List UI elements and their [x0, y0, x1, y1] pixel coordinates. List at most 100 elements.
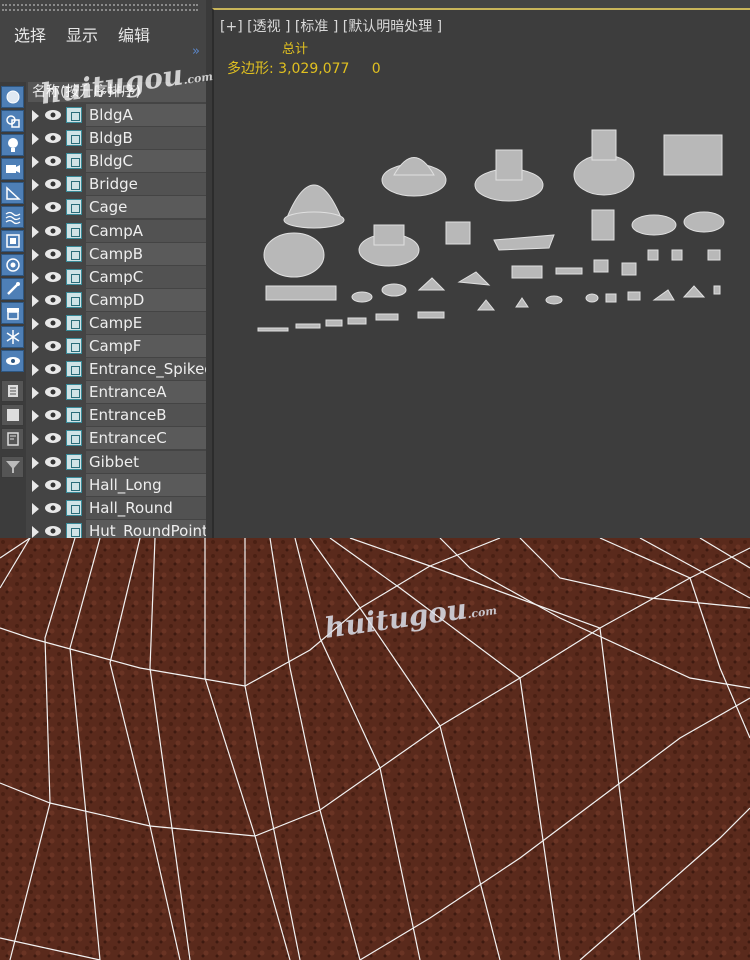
spacewarp-icon[interactable]	[1, 206, 24, 228]
group-icon[interactable]	[1, 230, 24, 252]
object-name[interactable]: CampE	[86, 311, 206, 334]
object-name[interactable]: EntranceC	[86, 427, 206, 450]
expand-arrow-icon[interactable]	[32, 317, 39, 330]
expand-arrow-icon[interactable]	[32, 225, 39, 238]
object-name[interactable]: CampA	[86, 219, 206, 242]
eye-icon[interactable]	[44, 109, 62, 121]
expand-arrow-icon[interactable]	[32, 341, 39, 353]
eye-icon[interactable]	[44, 271, 62, 283]
table-row[interactable]: EntranceA	[28, 381, 206, 404]
object-name[interactable]: BldgB	[86, 127, 206, 150]
expand-arrow-icon[interactable]	[32, 248, 39, 261]
eye-icon[interactable]	[44, 456, 62, 468]
table-row[interactable]: Hut_RoundPoint	[28, 519, 206, 538]
expand-arrow-icon[interactable]	[32, 456, 39, 469]
expand-arrow-icon[interactable]	[32, 433, 39, 446]
bone-icon[interactable]	[1, 278, 24, 300]
eye-icon[interactable]	[44, 409, 62, 421]
table-row[interactable]: CampF	[28, 335, 206, 357]
table-row[interactable]: CampA	[28, 219, 206, 242]
expand-arrow-icon[interactable]	[32, 179, 39, 192]
expand-arrow-icon[interactable]	[32, 294, 39, 307]
panel-grip-2[interactable]	[2, 9, 198, 11]
eye-icon[interactable]	[44, 525, 62, 537]
xref-icon[interactable]	[1, 254, 24, 276]
table-row[interactable]: Cage	[28, 196, 206, 219]
table-row[interactable]: BldgC	[28, 150, 206, 173]
object-name[interactable]: BldgA	[86, 104, 206, 126]
expand-arrow-icon[interactable]	[32, 410, 39, 423]
object-name[interactable]: Entrance_Spiked	[86, 358, 206, 381]
camera-icon[interactable]	[1, 158, 24, 180]
expand-arrow-icon[interactable]	[32, 525, 39, 538]
object-name[interactable]: Hall_Round	[86, 496, 206, 519]
object-name[interactable]: Gibbet	[86, 450, 206, 473]
expand-arrow-icon[interactable]	[32, 156, 39, 169]
object-name[interactable]: Cage	[86, 196, 206, 219]
table-row[interactable]: Hall_Long	[28, 473, 206, 496]
eye-icon[interactable]	[44, 479, 62, 491]
table-row[interactable]: CampE	[28, 311, 206, 334]
filter-icon[interactable]	[1, 456, 24, 478]
helper-icon[interactable]	[1, 182, 24, 204]
eye-icon[interactable]	[44, 155, 62, 167]
perspective-viewport[interactable]: [+] [透视 ] [标准 ] [默认明暗处理 ] 总计 多边形: 3,029,…	[212, 8, 750, 538]
display-icon[interactable]	[1, 428, 24, 450]
table-row[interactable]: Hall_Round	[28, 496, 206, 519]
table-row[interactable]: Entrance_Spiked	[28, 358, 206, 381]
eye-icon[interactable]	[44, 363, 62, 375]
object-name[interactable]: CampD	[86, 288, 206, 311]
table-row[interactable]: CampB	[28, 242, 206, 265]
frozen-icon[interactable]	[1, 326, 24, 348]
menu-select[interactable]: 选择	[14, 22, 46, 46]
object-name[interactable]: BldgC	[86, 150, 206, 173]
expand-arrow-icon[interactable]	[32, 271, 39, 284]
expand-arrow-icon[interactable]	[32, 133, 39, 146]
table-row[interactable]: Gibbet	[28, 450, 206, 473]
sphere-icon[interactable]	[1, 86, 24, 108]
menu-edit[interactable]: 编辑	[118, 22, 150, 46]
object-name[interactable]: CampC	[86, 265, 206, 288]
model-campa	[263, 232, 325, 278]
object-name[interactable]: Hut_RoundPoint	[86, 519, 206, 538]
expand-arrow-icon[interactable]	[32, 387, 39, 400]
table-row[interactable]: CampC	[28, 265, 206, 288]
light-icon[interactable]	[1, 134, 24, 156]
eye-icon[interactable]	[44, 132, 62, 144]
object-name[interactable]: EntranceB	[86, 404, 206, 427]
visibility-icon[interactable]	[1, 350, 24, 372]
eye-icon[interactable]	[44, 294, 62, 306]
object-name[interactable]: CampF	[86, 335, 206, 357]
object-type-icon	[66, 407, 82, 424]
object-type-icon	[66, 199, 82, 216]
expand-arrow-icon[interactable]	[32, 479, 39, 492]
container-icon[interactable]	[1, 302, 24, 324]
expand-arrow-icon[interactable]	[32, 202, 39, 215]
table-row[interactable]: CampD	[28, 288, 206, 311]
eye-icon[interactable]	[44, 248, 62, 260]
layer-icon[interactable]	[1, 380, 24, 402]
eye-icon[interactable]	[44, 201, 62, 213]
eye-icon[interactable]	[44, 386, 62, 398]
menu-display[interactable]: 显示	[66, 22, 98, 46]
expand-arrow-icon[interactable]	[32, 110, 39, 122]
eye-icon[interactable]	[44, 502, 62, 514]
table-row[interactable]: EntranceB	[28, 404, 206, 427]
expand-arrow-icon[interactable]	[32, 364, 39, 377]
eye-icon[interactable]	[44, 432, 62, 444]
table-row[interactable]: BldgB	[28, 127, 206, 150]
eye-icon[interactable]	[44, 178, 62, 190]
panel-grip[interactable]	[2, 4, 198, 6]
table-row[interactable]: EntranceC	[28, 427, 206, 450]
object-name[interactable]: CampB	[86, 242, 206, 265]
object-name[interactable]: Bridge	[86, 173, 206, 196]
geometry-icon[interactable]	[1, 110, 24, 132]
table-row[interactable]: Bridge	[28, 173, 206, 196]
object-name[interactable]: EntranceA	[86, 381, 206, 404]
eye-icon[interactable]	[44, 340, 62, 352]
object-name[interactable]: Hall_Long	[86, 473, 206, 496]
eye-icon[interactable]	[44, 225, 62, 237]
expand-arrow-icon[interactable]	[32, 502, 39, 515]
selection-set-icon[interactable]	[1, 404, 24, 426]
eye-icon[interactable]	[44, 317, 62, 329]
